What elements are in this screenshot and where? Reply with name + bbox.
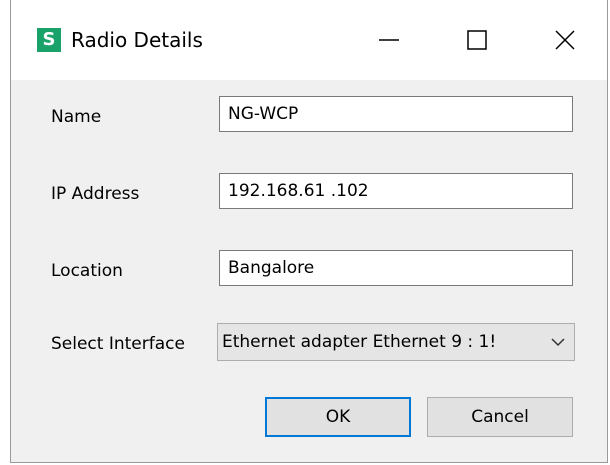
ip-address-field[interactable] <box>219 173 573 209</box>
minimize-button[interactable] <box>345 0 433 80</box>
name-label: Name <box>51 107 102 127</box>
close-button[interactable] <box>521 0 609 80</box>
location-label: Location <box>51 261 123 281</box>
select-interface-label: Select Interface <box>51 334 185 354</box>
ip-address-label: IP Address <box>51 184 140 204</box>
radio-details-dialog: S Radio Details Name IP Address Location… <box>10 0 608 463</box>
ok-button[interactable]: OK <box>265 397 411 437</box>
maximize-button[interactable] <box>433 0 521 80</box>
name-field[interactable] <box>219 96 573 132</box>
interface-select[interactable]: Ethernet adapter Ethernet 9 : 1! <box>217 323 575 361</box>
cancel-button[interactable]: Cancel <box>427 397 573 437</box>
maximize-icon <box>467 30 487 50</box>
minimize-icon <box>379 39 399 41</box>
chevron-down-icon <box>548 324 568 360</box>
interface-selected-value: Ethernet adapter Ethernet 9 : 1! <box>222 332 497 352</box>
window-title: Radio Details <box>71 28 203 52</box>
location-field[interactable] <box>219 250 573 286</box>
title-bar: S Radio Details <box>11 0 607 80</box>
close-icon <box>555 30 575 50</box>
app-logo-icon: S <box>37 28 61 52</box>
